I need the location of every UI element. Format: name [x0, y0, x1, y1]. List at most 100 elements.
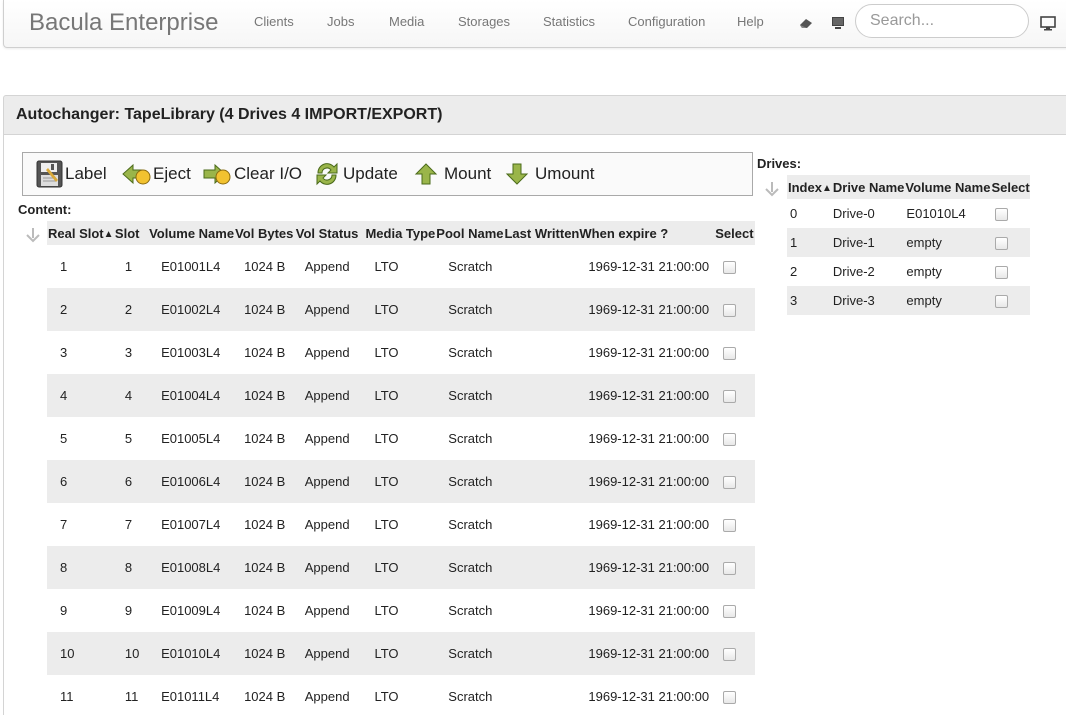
table-row[interactable]: 9 9 E01009L4 1024 B Append LTO Scratch 1969-12-… [47, 589, 755, 632]
select-checkbox[interactable] [723, 433, 737, 447]
select-checkbox[interactable] [723, 691, 737, 705]
table-row[interactable]: 4 4 E01004L4 1024 B Append LTO Scratch 1969-12-… [47, 374, 755, 417]
cell-volume-name: E01010L4 [148, 632, 235, 675]
col-vol-bytes[interactable]: Vol Bytes [234, 221, 295, 245]
search-input[interactable] [855, 4, 1029, 38]
cell-when-expire: 1969-12-31 21:00:00 [579, 288, 715, 331]
cell-vol-status: Append [294, 288, 365, 331]
drive-row[interactable]: 0 Drive-0 E01010L4 [787, 199, 1030, 228]
table-row[interactable]: 8 8 E01008L4 1024 B Append LTO Scratch 1969-12-… [47, 546, 755, 589]
eraser-icon[interactable] [798, 15, 814, 31]
select-checkbox[interactable] [723, 261, 737, 275]
cell-real-slot: 7 [60, 517, 68, 532]
select-checkbox[interactable] [723, 562, 737, 576]
cell-media-type: LTO [374, 431, 399, 446]
table-row[interactable]: 10 10 E01010L4 1024 B Append LTO Scratch 1969-1… [47, 632, 755, 675]
cell-last-written [503, 331, 579, 374]
nav-link-statistics[interactable]: Statistics [543, 14, 595, 29]
cell-vol-status: Append [294, 374, 365, 417]
table-row[interactable]: 11 11 E01011L4 1024 B Append LTO Scratch 1969-1… [47, 675, 755, 718]
nav-link-clients[interactable]: Clients [254, 14, 294, 29]
cell-vol-bytes: 1024 B [244, 431, 286, 446]
col-vol-status[interactable]: Vol Status [294, 221, 365, 245]
cell-when-expire: 1969-12-31 21:00:00 [579, 460, 715, 503]
table-row[interactable]: 6 6 E01006L4 1024 B Append LTO Scratch 1969-12-… [47, 460, 755, 503]
mount-button[interactable]: Mount [414, 153, 491, 195]
col-last-written[interactable]: Last Written [503, 221, 580, 245]
eject-button[interactable]: Eject [122, 153, 191, 195]
nav-link-help[interactable]: Help [737, 14, 764, 29]
cell-pool-name: Scratch [435, 374, 504, 417]
cell-slot: 2 [113, 288, 149, 331]
drive-row[interactable]: 3 Drive-3 empty [787, 286, 1030, 315]
table-row[interactable]: 1 1 E01001L4 1024 B Append LTO Scratch 1969-12-… [47, 245, 755, 288]
cell-drive-select [990, 257, 1029, 286]
col-volume-name[interactable]: Volume Name [148, 221, 235, 245]
cell-vol-status: Append [294, 632, 365, 675]
col-real-slot[interactable]: Real Slot▲ [47, 221, 114, 245]
cell-media-type: LTO [364, 374, 436, 417]
sort-asc-icon: ▲ [103, 228, 114, 240]
cell-real-slot: 9 [60, 603, 68, 618]
col-when-expire[interactable]: When expire ? [579, 221, 715, 245]
cell-drive-name: Drive-2 [832, 264, 875, 279]
table-row[interactable]: 3 3 E01003L4 1024 B Append LTO Scratch 1969-12-… [47, 331, 755, 374]
select-checkbox[interactable] [995, 295, 1009, 309]
drive-row[interactable]: 1 Drive-1 empty [787, 228, 1030, 257]
sort-arrows-icon[interactable] [763, 180, 781, 198]
select-checkbox[interactable] [995, 208, 1009, 222]
cell-drive-index: 1 [787, 228, 832, 257]
cell-vol-bytes: 1024 B [244, 603, 286, 618]
cell-media-type: LTO [364, 288, 436, 331]
table-row[interactable]: 7 7 E01007L4 1024 B Append LTO Scratch 1969-12-… [47, 503, 755, 546]
action-toolbar: Label Eject Clear I/O Update Mount Umoun… [22, 152, 753, 196]
col-pool-name[interactable]: Pool Name [435, 221, 504, 245]
nav-link-configuration[interactable]: Configuration [628, 14, 705, 29]
select-checkbox[interactable] [723, 347, 737, 361]
table-row[interactable]: 5 5 E01005L4 1024 B Append LTO Scratch 1969-12-… [47, 417, 755, 460]
sort-arrows-icon[interactable] [24, 226, 42, 244]
update-button[interactable]: Update [313, 153, 398, 195]
cell-select [714, 632, 755, 675]
col-select[interactable]: Select [714, 221, 755, 245]
nav-link-jobs[interactable]: Jobs [327, 14, 354, 29]
select-checkbox[interactable] [723, 605, 737, 619]
cell-slot: 6 [113, 460, 149, 503]
cell-last-written [503, 503, 579, 546]
drive-row[interactable]: 2 Drive-2 empty [787, 257, 1030, 286]
cell-pool-name: Scratch [448, 689, 493, 704]
cell-real-slot: 3 [60, 345, 68, 360]
col-media-type[interactable]: Media Type [364, 221, 436, 245]
col-drive-select[interactable]: Select [990, 175, 1030, 199]
nav-link-storages[interactable]: Storages [458, 14, 510, 29]
select-checkbox[interactable] [723, 519, 737, 533]
select-checkbox[interactable] [995, 237, 1009, 251]
table-row[interactable]: 2 2 E01002L4 1024 B Append LTO Scratch 1969-12-… [47, 288, 755, 331]
brand-title[interactable]: Bacula Enterprise [29, 9, 218, 37]
col-drive-name[interactable]: Drive Name [831, 175, 905, 199]
console-icon[interactable] [830, 15, 846, 31]
col-index[interactable]: Index▲ [787, 175, 832, 199]
cell-media-type: LTO [364, 632, 436, 675]
monitor-icon[interactable] [1040, 15, 1056, 31]
cell-volume-name: E01008L4 [148, 546, 235, 589]
select-checkbox[interactable] [995, 266, 1009, 280]
select-checkbox[interactable] [723, 390, 737, 404]
cell-volume-name: E01001L4 [161, 259, 221, 274]
col-drive-volume-name[interactable]: Volume Name [904, 175, 991, 199]
cell-last-written [503, 417, 579, 460]
col-slot[interactable]: Slot [113, 221, 149, 245]
eject-icon [122, 163, 151, 185]
cell-vol-status: Append [304, 689, 350, 704]
select-checkbox[interactable] [723, 648, 737, 662]
select-checkbox[interactable] [723, 476, 737, 490]
umount-button[interactable]: Umount [505, 153, 595, 195]
nav-link-media[interactable]: Media [389, 14, 424, 29]
label-button[interactable]: Label [36, 153, 107, 195]
clear-io-button[interactable]: Clear I/O [203, 153, 302, 195]
cell-last-written [503, 460, 580, 503]
cell-pool-name: Scratch [448, 345, 493, 360]
cell-select [714, 288, 755, 331]
select-checkbox[interactable] [723, 304, 737, 318]
cell-vol-status: Append [304, 259, 350, 274]
